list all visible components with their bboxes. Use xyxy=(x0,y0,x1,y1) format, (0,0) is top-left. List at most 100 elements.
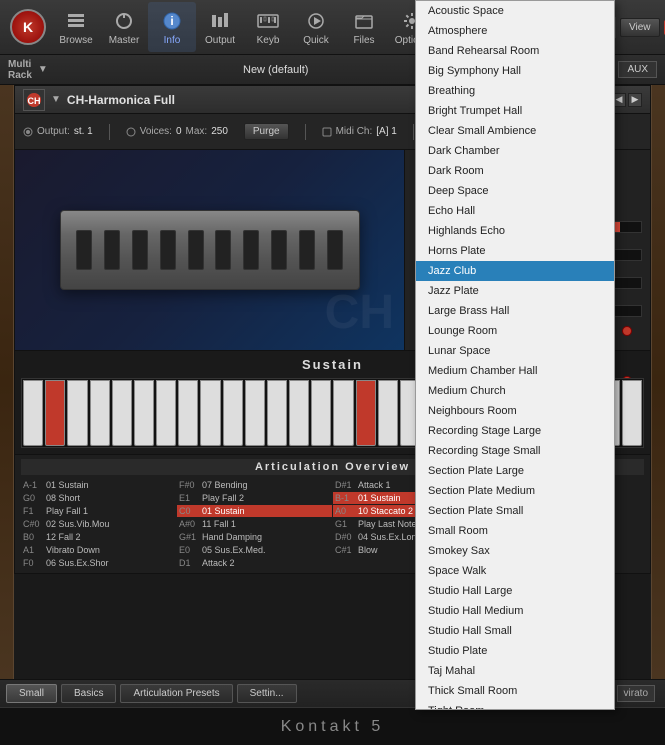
dropdown-item[interactable]: Small Room xyxy=(416,521,614,541)
dropdown-item[interactable]: Studio Hall Large xyxy=(416,581,614,601)
dropdown-item[interactable]: Medium Church xyxy=(416,381,614,401)
dropdown-item[interactable]: Jazz Plate xyxy=(416,281,614,301)
instrument-expand[interactable]: ▼ xyxy=(51,94,61,105)
dropdown-item[interactable]: Neighbours Room xyxy=(416,401,614,421)
dropdown-item[interactable]: Studio Hall Small xyxy=(416,621,614,641)
dropdown-item[interactable]: Dark Room xyxy=(416,161,614,181)
dropdown-item[interactable]: Big Symphony Hall xyxy=(416,61,614,81)
keyb-button[interactable]: Keyb xyxy=(244,2,292,52)
small-button[interactable]: Small xyxy=(6,684,57,703)
white-key-14[interactable] xyxy=(333,380,353,446)
output-button[interactable]: Output xyxy=(196,2,244,52)
white-key-3[interactable] xyxy=(90,380,110,446)
articulation-item[interactable]: F#007 Bending xyxy=(177,479,332,491)
dropdown-item[interactable]: Bright Trumpet Hall xyxy=(416,101,614,121)
view-button[interactable]: View xyxy=(620,18,660,37)
articulation-item[interactable]: G#1Hand Damping xyxy=(177,531,332,543)
dropdown-item[interactable]: Jazz Club xyxy=(416,261,614,281)
files-button[interactable]: Files xyxy=(340,2,388,52)
dropdown-item[interactable]: Studio Hall Medium xyxy=(416,601,614,621)
dropdown-item[interactable]: Horns Plate xyxy=(416,241,614,261)
white-key-6[interactable] xyxy=(156,380,176,446)
white-key-26[interactable] xyxy=(622,380,642,446)
white-key-1[interactable] xyxy=(23,380,43,446)
white-key-4[interactable] xyxy=(112,380,132,446)
dropdown-item[interactable]: Deep Space xyxy=(416,181,614,201)
files-label: Files xyxy=(353,35,374,46)
instr-next-button[interactable]: ▶ xyxy=(628,93,642,107)
white-key-active-2[interactable] xyxy=(356,380,376,446)
articulation-item[interactable]: E1Play Fall 2 xyxy=(177,492,332,504)
dropdown-item[interactable]: Recording Stage Small xyxy=(416,441,614,461)
instrument-graphic: CH xyxy=(15,150,405,350)
articulation-item[interactable]: G008 Short xyxy=(21,492,176,504)
white-key-12[interactable] xyxy=(289,380,309,446)
basics-button[interactable]: Basics xyxy=(61,684,116,703)
footer-title: Kontakt 5 xyxy=(281,718,385,736)
voices-group: Voices: 0 Max: 250 xyxy=(126,126,228,137)
dropdown-item[interactable]: Dark Chamber xyxy=(416,141,614,161)
dropdown-menu[interactable]: Acoustic SpaceAtmosphereBand Rehearsal R… xyxy=(415,0,615,710)
instrument-logo[interactable]: CH xyxy=(23,89,45,111)
white-key-7[interactable] xyxy=(178,380,198,446)
vibrato-control[interactable]: virato xyxy=(617,685,655,702)
purge-button-instrument[interactable]: Purge xyxy=(244,123,289,140)
white-key-active-1[interactable] xyxy=(45,380,65,446)
harmonica-hole xyxy=(327,230,343,270)
white-key-8[interactable] xyxy=(200,380,220,446)
articulation-presets-button[interactable]: Articulation Presets xyxy=(120,684,232,703)
articulation-item[interactable]: E005 Sus.Ex.Med. xyxy=(177,544,332,556)
dropdown-item[interactable]: Studio Plate xyxy=(416,641,614,661)
dropdown-item[interactable]: Smokey Sax xyxy=(416,541,614,561)
rack-prev-arrow[interactable]: ▼ xyxy=(38,64,48,75)
white-key-13[interactable] xyxy=(311,380,331,446)
white-key-15[interactable] xyxy=(378,380,398,446)
dropdown-item[interactable]: Lounge Room xyxy=(416,321,614,341)
dropdown-item[interactable]: Breathing xyxy=(416,81,614,101)
dropdown-item[interactable]: Large Brass Hall xyxy=(416,301,614,321)
articulation-item[interactable]: A#011 Fall 1 xyxy=(177,518,332,530)
articulation-item[interactable]: A1Vibrato Down xyxy=(21,544,176,556)
dropdown-item[interactable]: Band Rehearsal Room xyxy=(416,41,614,61)
dropdown-item[interactable]: Section Plate Medium xyxy=(416,481,614,501)
info-icon: i xyxy=(160,9,184,33)
browse-button[interactable]: Browse xyxy=(52,2,100,52)
dropdown-item[interactable]: Space Walk xyxy=(416,561,614,581)
dropdown-item[interactable]: Section Plate Small xyxy=(416,501,614,521)
keyb-icon xyxy=(256,9,280,33)
master-button[interactable]: Master xyxy=(100,2,148,52)
white-key-9[interactable] xyxy=(223,380,243,446)
aux-button[interactable]: AUX xyxy=(618,61,657,78)
dropdown-item[interactable]: Clear Small Ambience xyxy=(416,121,614,141)
dropdown-item[interactable]: Recording Stage Large xyxy=(416,421,614,441)
articulation-item[interactable]: C#002 Sus.Vib.Mou xyxy=(21,518,176,530)
harmonica-hole xyxy=(188,230,204,270)
settings-button[interactable]: Settin... xyxy=(237,684,297,703)
white-key-5[interactable] xyxy=(134,380,154,446)
info-button[interactable]: i Info xyxy=(148,2,196,52)
dropdown-item[interactable]: Tight Room xyxy=(416,701,614,710)
articulation-item[interactable]: F1Play Fall 1 xyxy=(21,505,176,517)
white-key-2[interactable] xyxy=(67,380,87,446)
instrument-nav-arrows: ◀ ▶ xyxy=(612,93,642,107)
dropdown-item[interactable]: Echo Hall xyxy=(416,201,614,221)
dropdown-item[interactable]: Section Plate Large xyxy=(416,461,614,481)
svg-text:i: i xyxy=(170,14,173,28)
dropdown-item[interactable]: Medium Chamber Hall xyxy=(416,361,614,381)
dropdown-item[interactable]: Lunar Space xyxy=(416,341,614,361)
voices-label: Voices: xyxy=(140,126,172,137)
articulation-item[interactable]: B012 Fall 2 xyxy=(21,531,176,543)
articulation-item[interactable]: A-101 Sustain xyxy=(21,479,176,491)
dropdown-item[interactable]: Taj Mahal xyxy=(416,661,614,681)
dropdown-item[interactable]: Acoustic Space xyxy=(416,1,614,21)
output-param-value: st. 1 xyxy=(74,126,93,137)
articulation-item[interactable]: C001 Sustain xyxy=(177,505,332,517)
dropdown-item[interactable]: Atmosphere xyxy=(416,21,614,41)
white-key-11[interactable] xyxy=(267,380,287,446)
dropdown-item[interactable]: Highlands Echo xyxy=(416,221,614,241)
dropdown-item[interactable]: Thick Small Room xyxy=(416,681,614,701)
articulation-item[interactable]: F006 Sus.Ex.Shor xyxy=(21,557,176,569)
articulation-item[interactable]: D1Attack 2 xyxy=(177,557,332,569)
white-key-10[interactable] xyxy=(245,380,265,446)
quick-button[interactable]: Quick xyxy=(292,2,340,52)
